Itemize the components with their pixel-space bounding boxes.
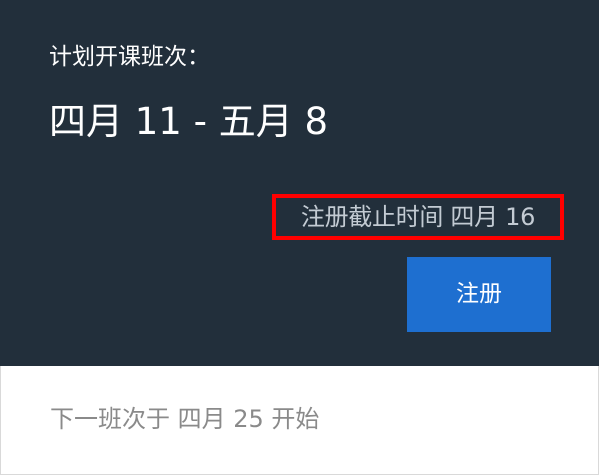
register-button[interactable]: 注册 (407, 257, 551, 332)
registration-deadline-highlight: 注册截止时间 四月 16 (272, 194, 564, 240)
registration-deadline: 注册截止时间 四月 16 (300, 203, 536, 231)
upcoming-session-panel: 计划开课班次： 四月 11 - 五月 8 注册截止时间 四月 16 注册 (0, 0, 599, 366)
course-session-card: 计划开课班次： 四月 11 - 五月 8 注册截止时间 四月 16 注册 下一班… (0, 0, 599, 475)
section-label: 计划开课班次： (49, 44, 210, 70)
next-session-panel: 下一班次于 四月 25 开始 (0, 366, 599, 475)
next-session-text: 下一班次于 四月 25 开始 (50, 405, 320, 433)
session-date-range: 四月 11 - 五月 8 (49, 100, 329, 143)
